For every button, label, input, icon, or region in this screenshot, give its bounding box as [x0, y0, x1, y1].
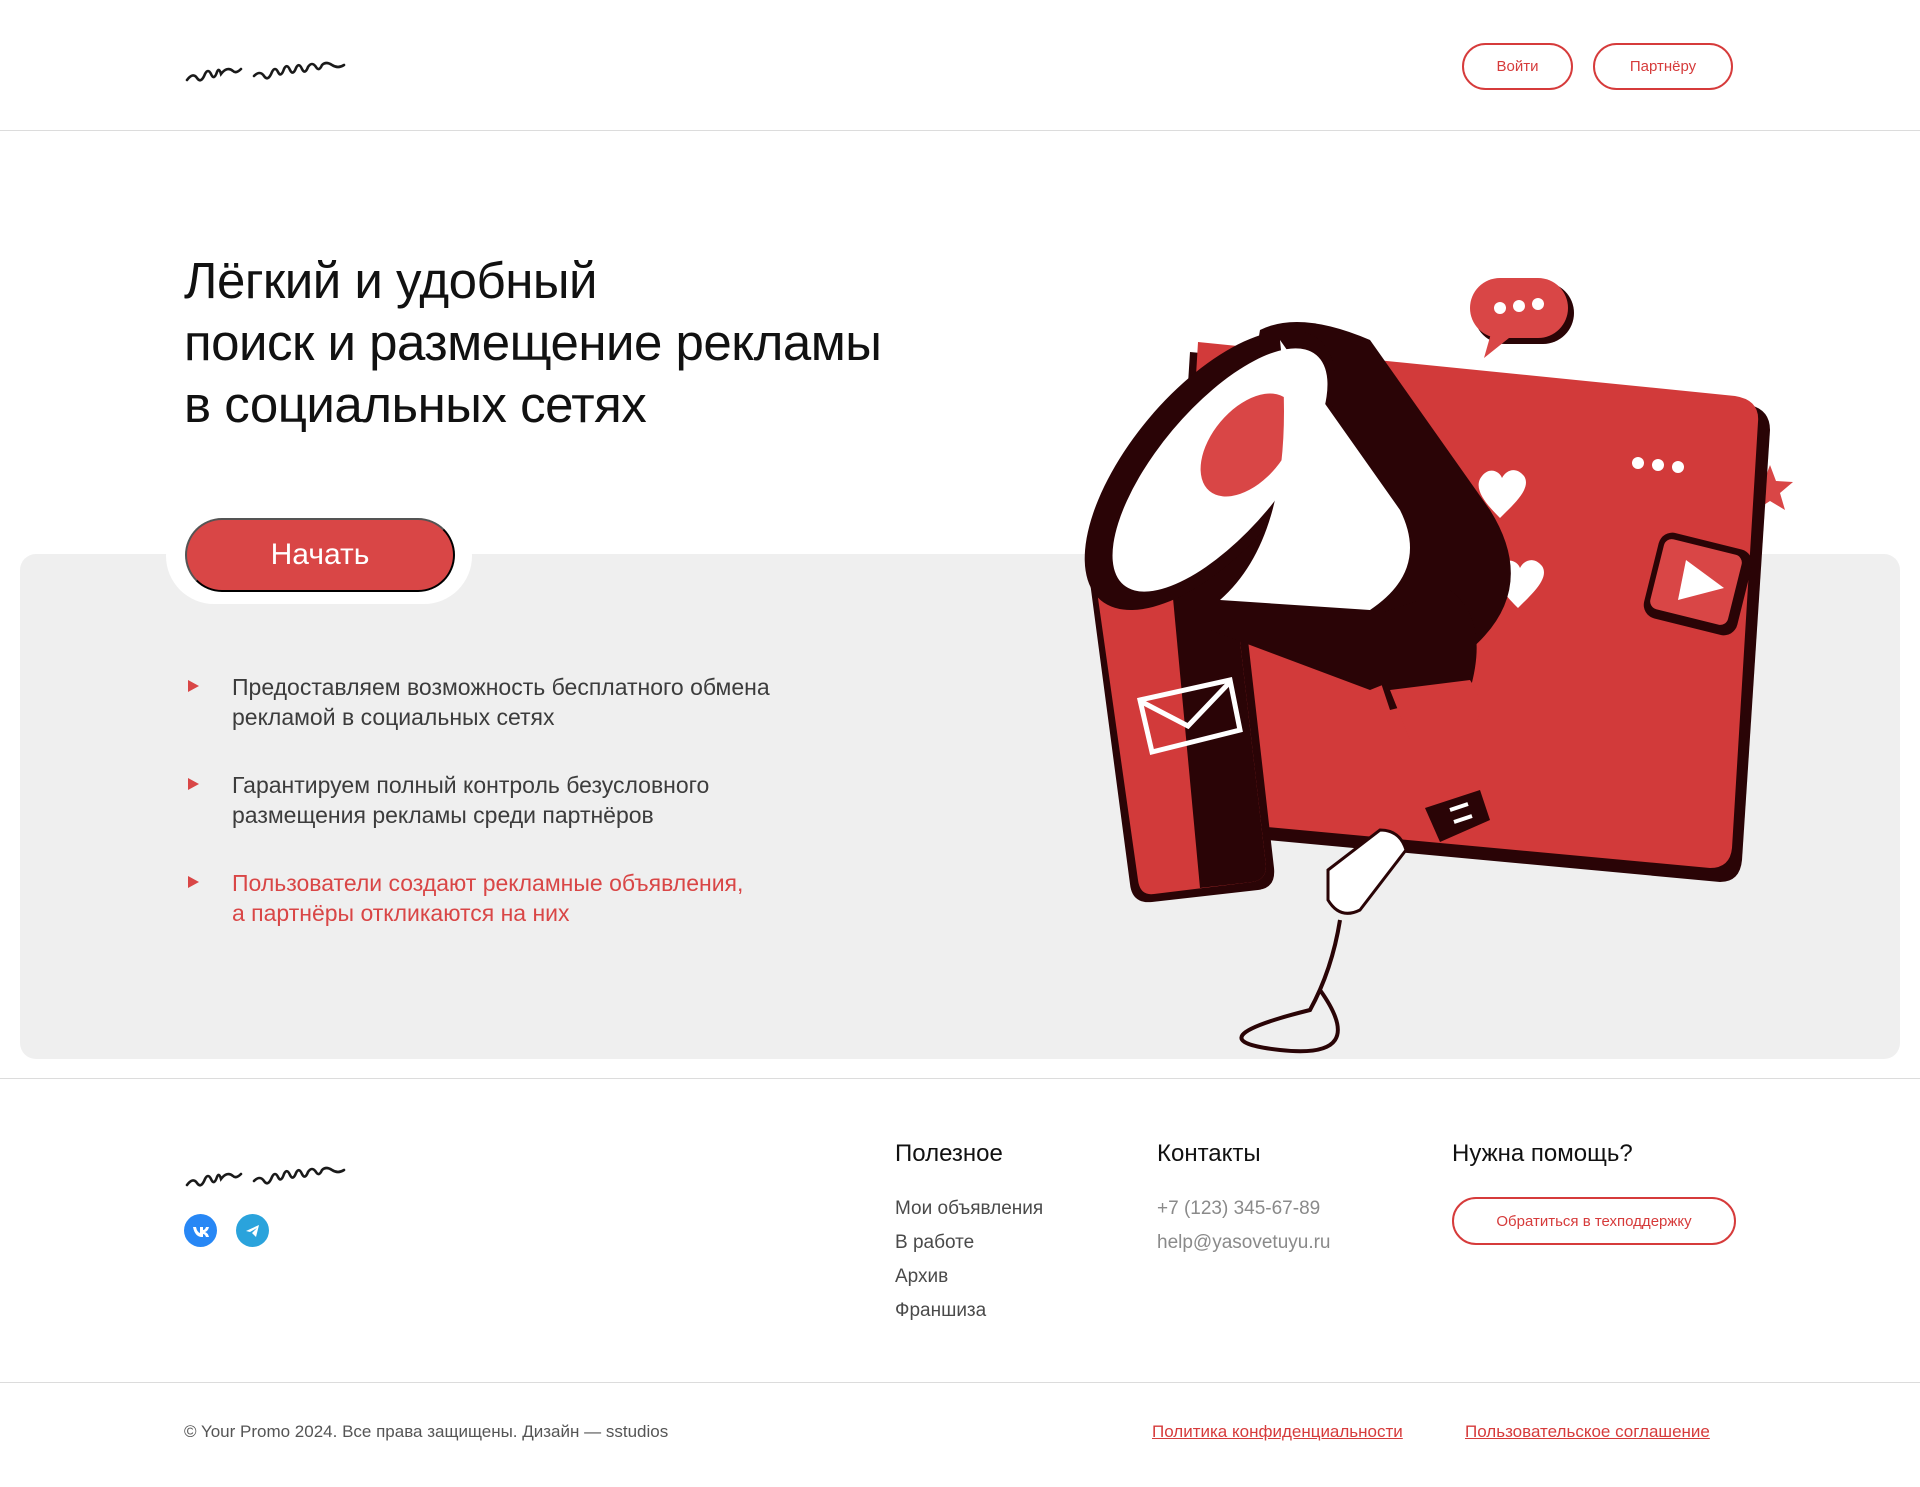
- hero-title: Лёгкий и удобный поиск и размещение рекл…: [184, 250, 1004, 436]
- login-button[interactable]: Войти: [1462, 43, 1573, 90]
- feature-line: а партнёры откликаются на них: [232, 900, 570, 926]
- site-header: Войти Партнёру: [0, 0, 1920, 131]
- hero-title-line-2: поиск и размещение рекламы: [184, 314, 882, 371]
- footer-link-my-ads[interactable]: Мои объявления: [895, 1198, 1043, 1220]
- privacy-policy-link[interactable]: Политика конфиденциальности: [1152, 1422, 1403, 1442]
- feature-text: Предоставляем возможность бесплатного об…: [232, 672, 872, 732]
- bottom-divider: [0, 1382, 1920, 1383]
- useful-title: Полезное: [895, 1140, 1003, 1167]
- megaphone-illustration: [1084, 278, 1793, 1054]
- footer-link-in-progress[interactable]: В работе: [895, 1232, 974, 1254]
- feature-line: размещения рекламы среди партнёров: [232, 802, 654, 828]
- footer-link-franchise[interactable]: Франшиза: [895, 1300, 986, 1322]
- feature-line: Пользователи создают рекламные объявлени…: [232, 870, 744, 896]
- feature-line: рекламой в социальных сетях: [232, 704, 555, 730]
- footer-logo[interactable]: [184, 1163, 394, 1193]
- vk-icon[interactable]: [184, 1214, 217, 1247]
- footer-divider: [0, 1078, 1920, 1079]
- feature-line: Предоставляем возможность бесплатного об…: [232, 674, 770, 700]
- terms-link[interactable]: Пользовательское соглашение: [1465, 1422, 1710, 1442]
- help-title: Нужна помощь?: [1452, 1140, 1633, 1167]
- hero-title-line-3: в социальных сетях: [184, 376, 647, 433]
- play-arrow-icon: [188, 876, 199, 888]
- play-arrow-icon: [188, 778, 199, 790]
- start-button[interactable]: Начать: [185, 518, 455, 592]
- logo[interactable]: [184, 58, 394, 88]
- telegram-icon[interactable]: [236, 1214, 269, 1247]
- partner-button[interactable]: Партнёру: [1593, 43, 1733, 90]
- speech-bubble-icon: [1470, 278, 1574, 358]
- copyright-text: © Your Promo 2024. Все права защищены. Д…: [184, 1422, 669, 1441]
- support-button[interactable]: Обратиться в техподдержку: [1452, 1197, 1736, 1245]
- play-arrow-icon: [188, 680, 199, 692]
- footer-link-archive[interactable]: Архив: [895, 1266, 948, 1288]
- feature-line: Гарантируем полный контроль безусловного: [232, 772, 710, 798]
- contacts-title: Контакты: [1157, 1140, 1261, 1167]
- hero-title-line-1: Лёгкий и удобный: [184, 252, 598, 309]
- feature-text: Гарантируем полный контроль безусловного…: [232, 770, 872, 830]
- contact-email[interactable]: help@yasovetuyu.ru: [1157, 1232, 1331, 1254]
- contact-phone[interactable]: +7 (123) 345-67-89: [1157, 1198, 1320, 1220]
- feature-text: Пользователи создают рекламные объявлени…: [232, 868, 872, 928]
